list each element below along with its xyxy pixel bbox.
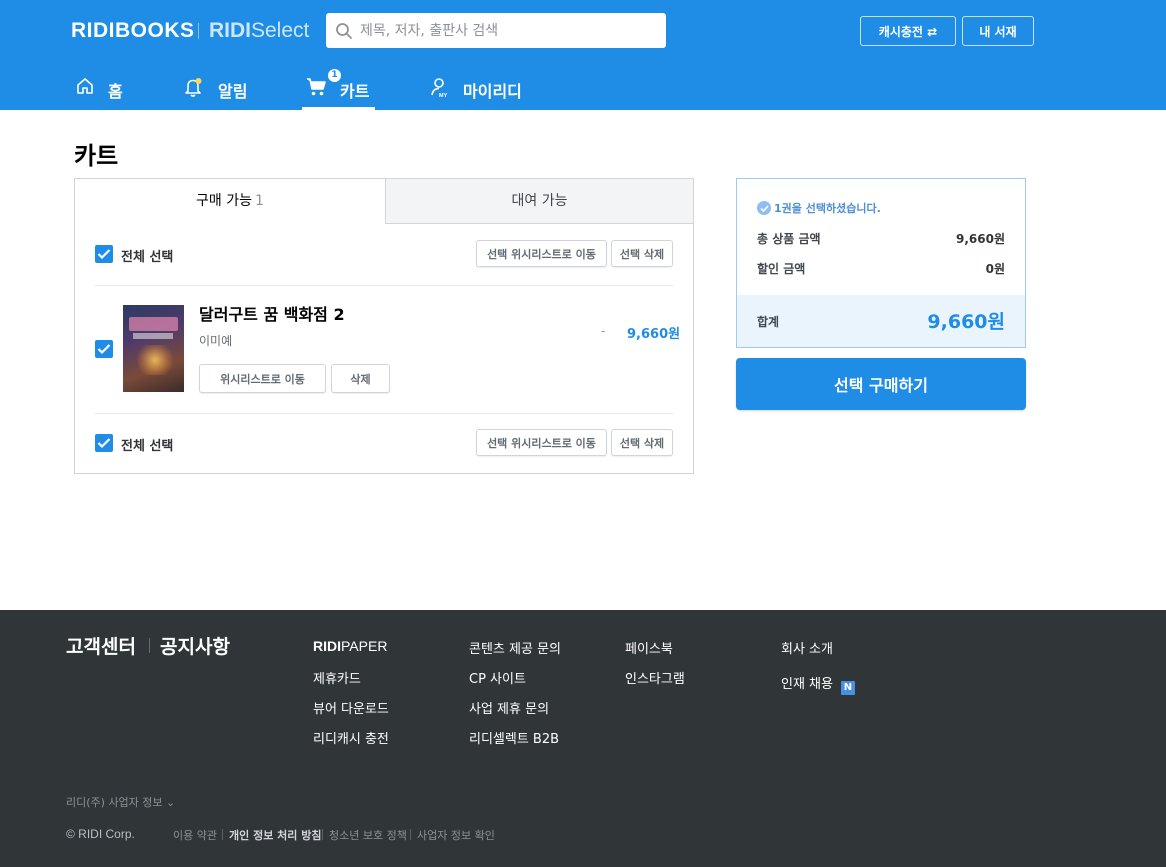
footer-divider xyxy=(322,829,323,840)
copyright: © RIDI Corp. xyxy=(66,827,135,841)
discount-value: 0원 xyxy=(985,262,1005,276)
selection-message: 1권을 선택하셨습니다. xyxy=(757,200,881,216)
order-summary: 1권을 선택하셨습니다. 총 상품 금액 9,660원 할인 금액 0원 합계 … xyxy=(736,178,1026,348)
cash-charge-label: 캐시충전 xyxy=(878,24,923,39)
search-icon xyxy=(336,23,352,39)
top-header: RIDIBOOKS RIDISelect 캐시충전 ⇄ 내 서재 홈 알림 1 … xyxy=(0,0,1166,110)
nav-my-ridi[interactable]: MY 마이리디 xyxy=(430,72,530,110)
footer: 고객센터 공지사항 RIDIPAPER 제휴카드 뷰어 다운로드 리디캐시 충전… xyxy=(0,610,1166,867)
total-price-label: 총 상품 금액 xyxy=(757,232,821,246)
new-badge: N xyxy=(840,681,855,695)
cart-panel: 구매 가능 1 대여 가능 전체 선택 선택 위시리스트로 이동 선택 삭제 달러… xyxy=(74,178,694,474)
buy-selected-button[interactable]: 선택 구매하기 xyxy=(736,358,1026,410)
select-all-label-bottom: 전체 선택 xyxy=(121,439,174,454)
ridiselect-logo[interactable]: RIDISelect xyxy=(209,19,309,43)
cash-icon: ⇄ xyxy=(927,24,938,39)
logo-divider xyxy=(198,23,199,39)
footer-link[interactable]: 콘텐츠 제공 문의 xyxy=(469,638,561,657)
sum-total-row: 합계 9,660원 xyxy=(737,295,1025,347)
footer-customer-center-link[interactable]: 고객센터 xyxy=(66,632,136,659)
checkmark-icon xyxy=(97,344,111,355)
footer-divider xyxy=(410,829,411,840)
divider xyxy=(95,413,673,414)
select-all-checkbox-top[interactable] xyxy=(95,245,113,263)
item-checkbox[interactable] xyxy=(95,340,113,358)
delete-item-button[interactable]: 삭제 xyxy=(331,364,390,393)
discount-label: 할인 금액 xyxy=(757,262,806,276)
delete-selected-button-top[interactable]: 선택 삭제 xyxy=(611,240,673,267)
footer-link-company[interactable]: 회사 소개 xyxy=(781,638,833,657)
business-info-toggle[interactable]: 리디(주) 사업자 정보 ⌄ xyxy=(66,794,175,810)
footer-legal-link[interactable]: 청소년 보호 정책 xyxy=(329,827,407,843)
move-selected-to-wishlist-button-bottom[interactable]: 선택 위시리스트로 이동 xyxy=(476,429,607,456)
check-circle-icon xyxy=(757,201,771,215)
tab-rent-available[interactable]: 대여 가능 xyxy=(385,179,693,224)
sum-value: 9,660원 xyxy=(927,311,1005,333)
ridiselect-logo-bold: RIDI xyxy=(209,19,251,42)
total-price-value: 9,660원 xyxy=(956,232,1005,246)
ridipaper-light: PAPER xyxy=(341,638,388,654)
footer-link-careers[interactable]: 인재 채용 N xyxy=(781,673,855,695)
nav-alarm-label: 알림 xyxy=(218,82,248,101)
tab-buy-available[interactable]: 구매 가능 1 xyxy=(75,179,385,224)
move-to-wishlist-button[interactable]: 위시리스트로 이동 xyxy=(199,364,326,393)
footer-notice-link[interactable]: 공지사항 xyxy=(160,632,230,659)
nav-home[interactable]: 홈 xyxy=(75,72,135,110)
footer-legal-link[interactable]: 개인 정보 처리 방침 xyxy=(229,827,321,843)
nav-home-label: 홈 xyxy=(108,82,123,101)
select-all-checkbox-bottom[interactable] xyxy=(95,434,113,452)
footer-link[interactable]: 뷰어 다운로드 xyxy=(313,698,389,717)
footer-link[interactable]: CP 사이트 xyxy=(469,668,526,687)
my-library-button[interactable]: 내 서재 xyxy=(962,16,1034,46)
selection-message-text: 1권을 선택하셨습니다. xyxy=(774,202,881,215)
ridiselect-logo-light: Select xyxy=(251,19,310,42)
nav-alarm[interactable]: 알림 xyxy=(183,72,253,110)
nav-my-label: 마이리디 xyxy=(463,82,522,101)
home-icon xyxy=(77,78,93,94)
bell-icon xyxy=(185,78,202,97)
footer-divider xyxy=(222,829,223,840)
book-cover-image[interactable] xyxy=(123,305,184,392)
cover-title-art xyxy=(129,317,178,331)
sum-label: 합계 xyxy=(757,315,780,329)
footer-link[interactable]: 리디캐시 충전 xyxy=(313,728,389,747)
search-box xyxy=(326,13,666,48)
nav-cart[interactable]: 1 카트 xyxy=(302,69,375,110)
ridibooks-logo[interactable]: RIDIBOOKS xyxy=(71,19,195,43)
footer-legal-link[interactable]: 사업자 정보 확인 xyxy=(417,827,495,843)
footer-link[interactable]: 리디셀렉트 B2B xyxy=(469,728,559,747)
footer-link-ridipaper[interactable]: RIDIPAPER xyxy=(313,638,387,655)
select-all-label-top: 전체 선택 xyxy=(121,250,174,265)
footer-divider xyxy=(149,638,150,653)
move-selected-to-wishlist-button-top[interactable]: 선택 위시리스트로 이동 xyxy=(476,240,607,267)
page-title: 카트 xyxy=(74,142,119,170)
book-list-price: - xyxy=(601,324,606,338)
nav-cart-label: 카트 xyxy=(340,82,370,101)
cover-subtitle-art xyxy=(133,333,173,339)
tab-buy-label: 구매 가능 xyxy=(196,193,253,209)
svg-text:MY: MY xyxy=(439,93,448,98)
footer-link-instagram[interactable]: 인스타그램 xyxy=(625,668,685,687)
divider xyxy=(95,285,673,286)
search-input[interactable] xyxy=(360,13,660,48)
book-author[interactable]: 이미예 xyxy=(199,332,232,349)
careers-label: 인재 채용 xyxy=(781,677,833,692)
cash-charge-button[interactable]: 캐시충전 ⇄ xyxy=(860,16,956,46)
book-title-link[interactable]: 달러구트 꿈 백화점 2 xyxy=(199,301,345,325)
ridipaper-bold: RIDI xyxy=(313,638,341,654)
footer-link[interactable]: 제휴카드 xyxy=(313,668,361,687)
delete-selected-button-bottom[interactable]: 선택 삭제 xyxy=(611,429,673,456)
cover-light-art xyxy=(135,345,175,375)
book-price: 9,660원 xyxy=(627,327,681,342)
user-icon: MY xyxy=(431,78,448,98)
active-tab-indicator xyxy=(302,107,375,110)
cart-icon xyxy=(307,78,326,96)
tab-buy-count: 1 xyxy=(255,193,264,209)
footer-link-facebook[interactable]: 페이스북 xyxy=(625,638,673,657)
checkmark-icon xyxy=(97,249,111,260)
footer-link[interactable]: 사업 제휴 문의 xyxy=(469,698,549,717)
checkmark-icon xyxy=(97,438,111,449)
footer-legal-link[interactable]: 이용 약관 xyxy=(173,827,217,843)
